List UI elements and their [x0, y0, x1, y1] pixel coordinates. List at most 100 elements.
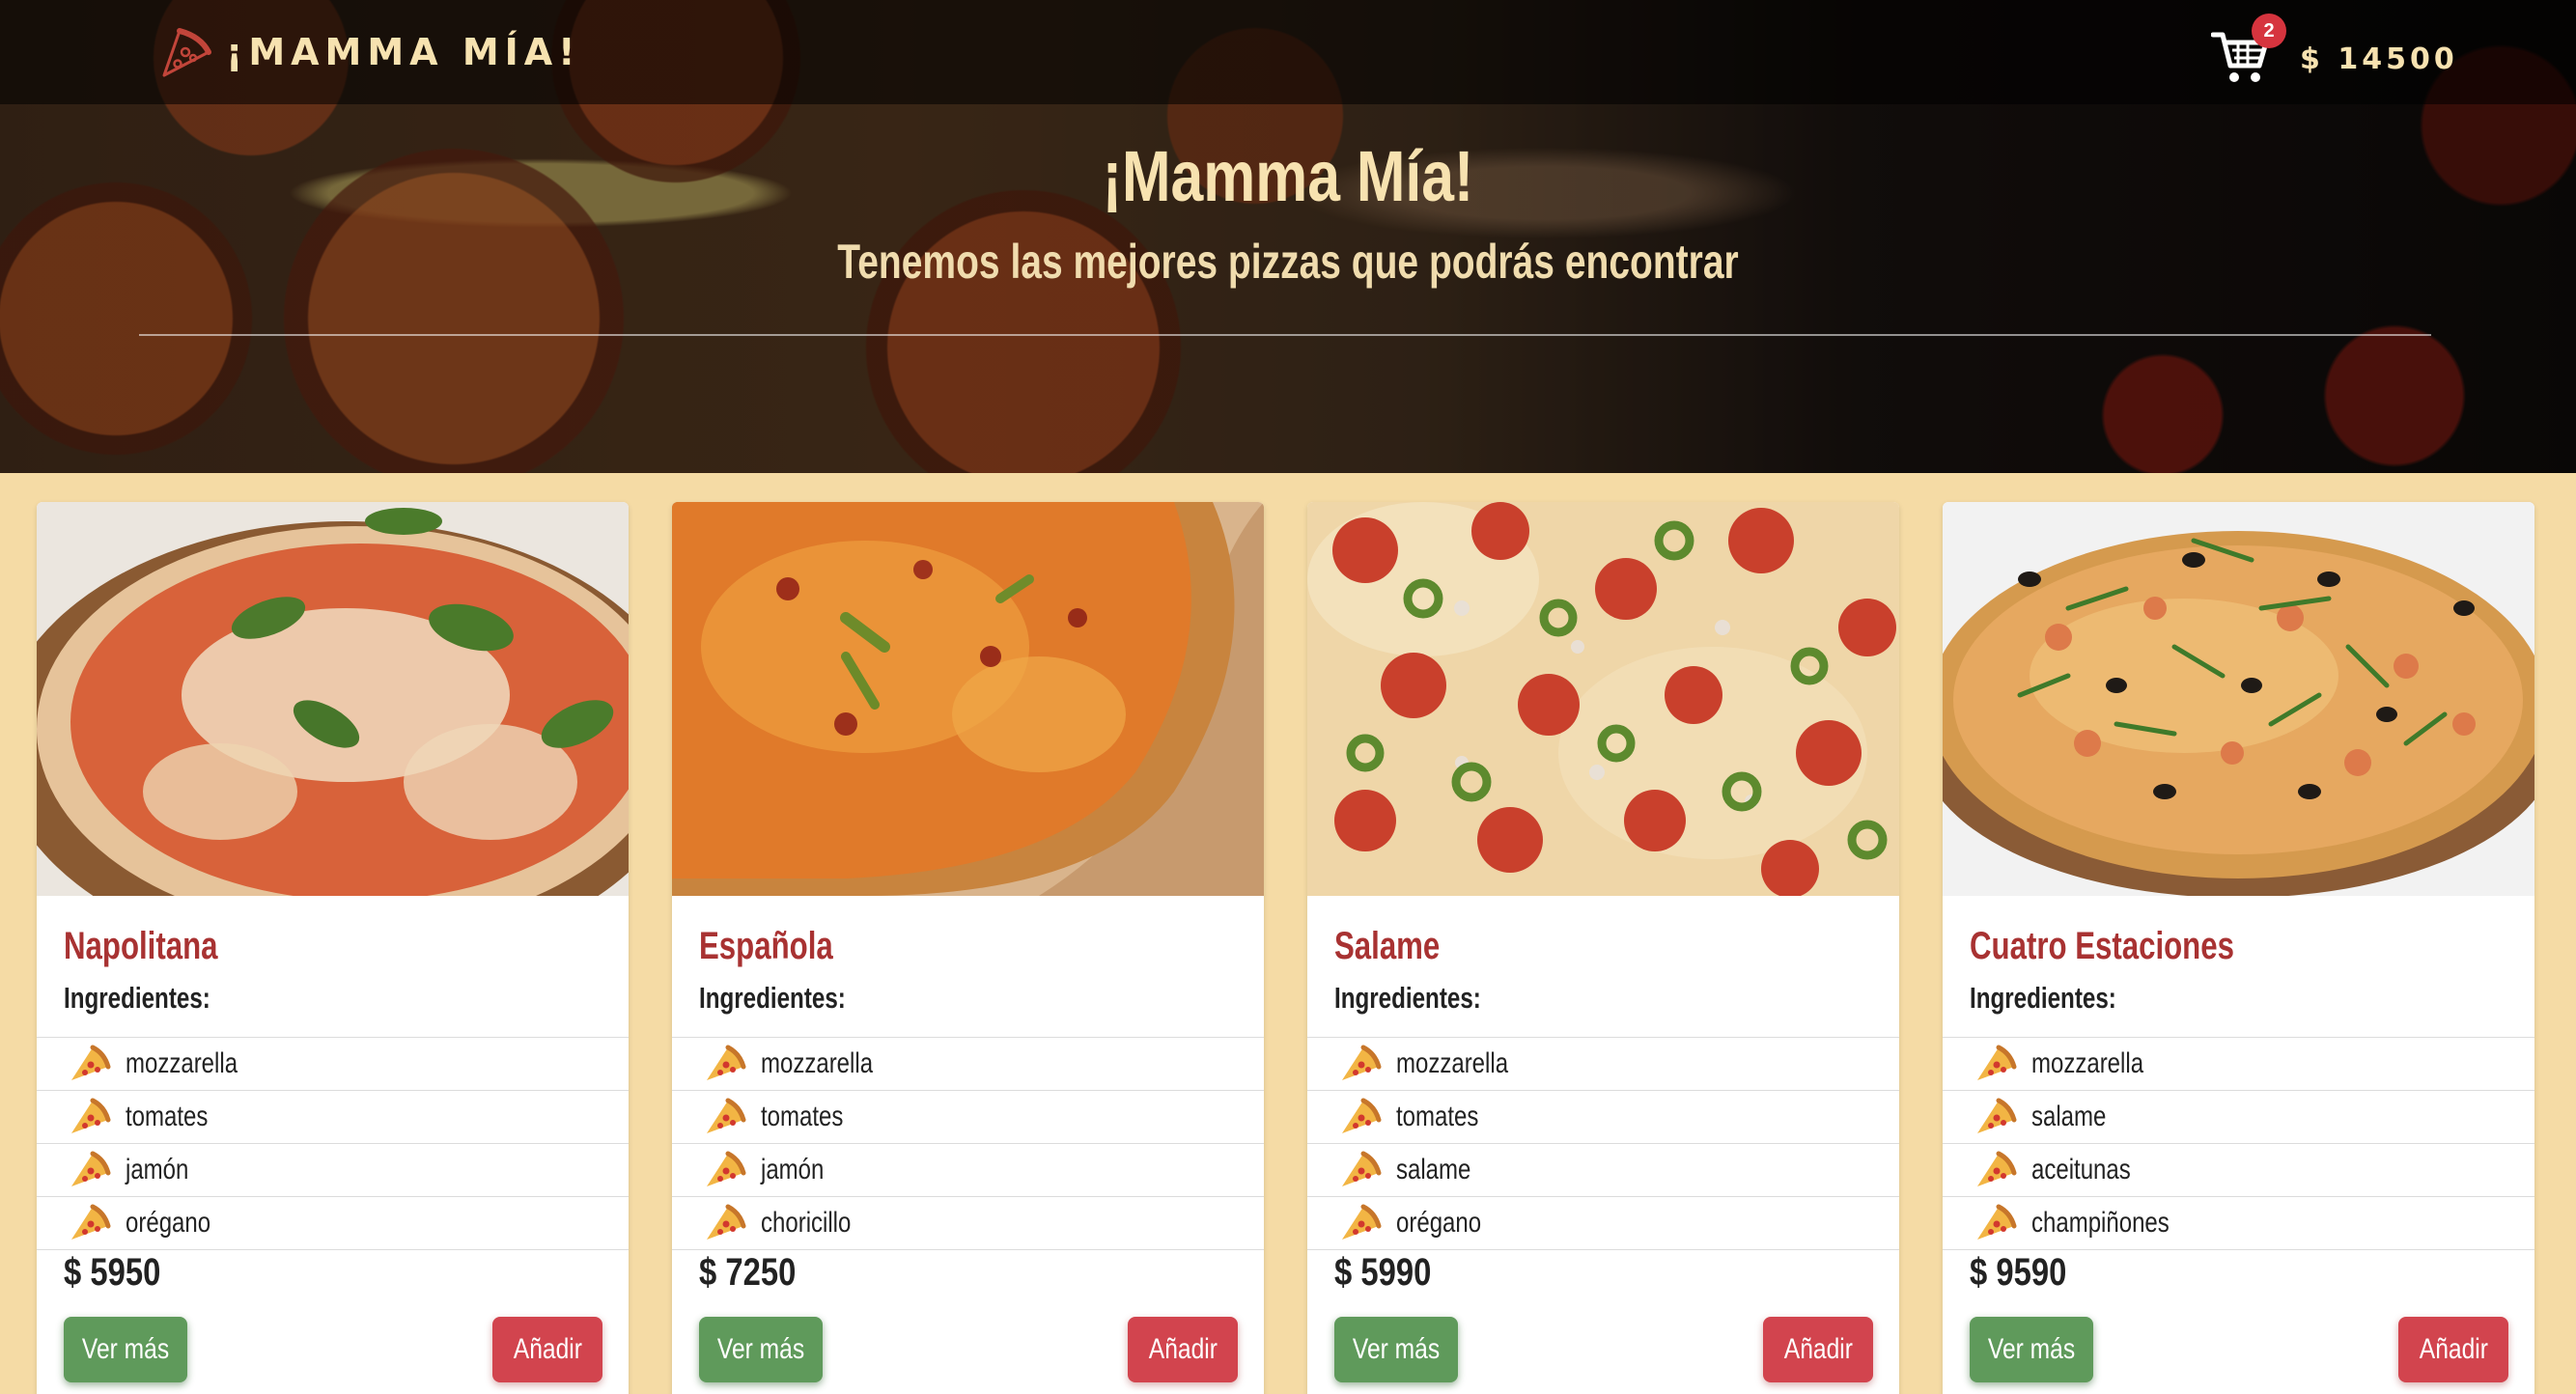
pizza-slice-icon — [71, 1098, 111, 1133]
see-more-label: Ver más — [1987, 1333, 2076, 1365]
pizza-slice-icon — [1342, 1045, 1382, 1080]
pizza-card: Cuatro Estaciones Ingredientes: mozzarel… — [1943, 502, 2534, 1394]
pizza-slice-icon — [71, 1204, 111, 1240]
pizza-slice-icon — [1342, 1204, 1382, 1240]
pizza-slice-icon — [1977, 1045, 2017, 1080]
pizza-price: $ 9590 — [1970, 1251, 2067, 1294]
pizza-card: Napolitana Ingredientes: mozzarella toma… — [37, 502, 629, 1394]
pizza-image — [672, 502, 1264, 896]
ingredient-item: tomates — [1307, 1091, 1899, 1144]
pizza-slice-icon — [1977, 1204, 2017, 1240]
see-more-button[interactable]: Ver más — [64, 1317, 187, 1382]
ingredient-item: jamón — [37, 1144, 629, 1197]
pizza-slice-icon — [707, 1151, 746, 1186]
ingredient-item: tomates — [37, 1091, 629, 1144]
cart-icon-wrapper: 2 — [2211, 14, 2286, 85]
ingredient-name: mozzarella — [761, 1047, 874, 1079]
ingredient-item: aceitunas — [1943, 1144, 2534, 1197]
ingredients-heading: Ingredientes: — [1334, 981, 1481, 1015]
pizza-slice-icon — [707, 1098, 746, 1133]
pizza-price: $ 5990 — [1334, 1251, 1432, 1294]
pizza-card: Salame Ingredientes: mozzarella tomates … — [1307, 502, 1899, 1394]
ingredient-item: tomates — [672, 1091, 1264, 1144]
ingredient-list: mozzarella tomates salame orégano — [1307, 1037, 1899, 1250]
ingredient-name: tomates — [1396, 1101, 1479, 1132]
see-more-button[interactable]: Ver más — [1970, 1317, 2093, 1382]
ingredient-list: mozzarella salame aceitunas champiñones — [1943, 1037, 2534, 1250]
ingredient-item: orégano — [1307, 1197, 1899, 1250]
navbar: ¡MAMMA MÍA! 2 $ 14500 — [0, 0, 2576, 104]
ingredient-name: tomates — [126, 1101, 209, 1132]
add-to-cart-button[interactable]: Añadir — [2398, 1317, 2508, 1382]
add-to-cart-button[interactable]: Añadir — [1763, 1317, 1873, 1382]
ingredient-name: mozzarella — [1396, 1047, 1509, 1079]
ingredient-item: mozzarella — [37, 1038, 629, 1091]
cart-button[interactable]: 2 $ 14500 — [2211, 14, 2458, 85]
ingredients-heading: Ingredientes: — [699, 981, 846, 1015]
ingredient-list: mozzarella tomates jamón orégano — [37, 1037, 629, 1250]
cart-count-badge: 2 — [2252, 14, 2286, 48]
ingredient-item: salame — [1307, 1144, 1899, 1197]
ingredients-heading: Ingredientes: — [1970, 981, 2116, 1015]
pizza-name: Napolitana — [64, 925, 218, 967]
see-more-label: Ver más — [716, 1333, 805, 1365]
pizza-slice-icon — [707, 1045, 746, 1080]
add-label: Añadir — [513, 1333, 582, 1365]
hero-banner: ¡MAMMA MÍA! 2 $ 14500 ¡Mamma Mía! Tenemo… — [0, 0, 2576, 473]
ingredient-item: salame — [1943, 1091, 2534, 1144]
ingredient-item: mozzarella — [672, 1038, 1264, 1091]
logo-link[interactable]: ¡MAMMA MÍA! — [156, 23, 581, 81]
pizza-slice-icon — [1977, 1151, 2017, 1186]
ingredient-name: orégano — [1396, 1207, 1482, 1239]
pizza-slice-icon — [162, 28, 211, 77]
add-to-cart-button[interactable]: Añadir — [1128, 1317, 1238, 1382]
pizza-card: Española Ingredientes: mozzarella tomate… — [672, 502, 1264, 1394]
pizza-slice-icon — [1342, 1098, 1382, 1133]
ingredient-name: champiñones — [2031, 1207, 2170, 1239]
cart-total: $ 14500 — [2300, 42, 2458, 76]
pizza-slice-icon — [71, 1045, 111, 1080]
ingredient-name: jamón — [126, 1154, 189, 1185]
pizza-card-grid: Napolitana Ingredientes: mozzarella toma… — [37, 502, 2534, 1394]
see-more-label: Ver más — [1352, 1333, 1441, 1365]
logo-text: ¡MAMMA MÍA! — [226, 31, 581, 73]
ingredient-name: choricillo — [761, 1207, 852, 1239]
page: ¡MAMMA MÍA! 2 $ 14500 ¡Mamma Mía! Tenemo… — [0, 0, 2576, 1394]
ingredient-name: tomates — [761, 1101, 844, 1132]
see-more-button[interactable]: Ver más — [699, 1317, 823, 1382]
ingredient-item: champiñones — [1943, 1197, 2534, 1250]
hero-divider — [139, 334, 2431, 336]
ingredient-name: salame — [2031, 1101, 2107, 1132]
see-more-button[interactable]: Ver más — [1334, 1317, 1458, 1382]
ingredient-item: mozzarella — [1307, 1038, 1899, 1091]
pizza-slice-icon — [1342, 1151, 1382, 1186]
pizza-price: $ 5950 — [64, 1251, 161, 1294]
ingredient-name: mozzarella — [126, 1047, 238, 1079]
pizza-name: Española — [699, 925, 833, 967]
ingredients-heading: Ingredientes: — [64, 981, 210, 1015]
pizza-image — [37, 502, 629, 896]
pizza-slice-icon — [71, 1151, 111, 1186]
ingredient-name: aceitunas — [2031, 1154, 2131, 1185]
add-to-cart-button[interactable]: Añadir — [492, 1317, 602, 1382]
add-label: Añadir — [1783, 1333, 1853, 1365]
hero-subtitle: Tenemos las mejores pizzas que podrás en… — [837, 235, 1739, 289]
add-label: Añadir — [2419, 1333, 2488, 1365]
add-label: Añadir — [1148, 1333, 1218, 1365]
ingredient-list: mozzarella tomates jamón choricillo — [672, 1037, 1264, 1250]
ingredient-item: choricillo — [672, 1197, 1264, 1250]
ingredient-name: mozzarella — [2031, 1047, 2144, 1079]
ingredient-item: jamón — [672, 1144, 1264, 1197]
pizza-name: Cuatro Estaciones — [1970, 925, 2234, 967]
pizza-name: Salame — [1334, 925, 1441, 967]
pizza-image — [1307, 502, 1899, 896]
pizza-slice-icon — [707, 1204, 746, 1240]
hero-title: ¡Mamma Mía! — [1102, 136, 1474, 216]
ingredient-name: orégano — [126, 1207, 211, 1239]
ingredient-item: orégano — [37, 1197, 629, 1250]
pizza-slice-icon — [1977, 1098, 2017, 1133]
ingredient-item: mozzarella — [1943, 1038, 2534, 1091]
pizza-price: $ 7250 — [699, 1251, 797, 1294]
see-more-label: Ver más — [81, 1333, 170, 1365]
pizza-image — [1943, 502, 2534, 896]
